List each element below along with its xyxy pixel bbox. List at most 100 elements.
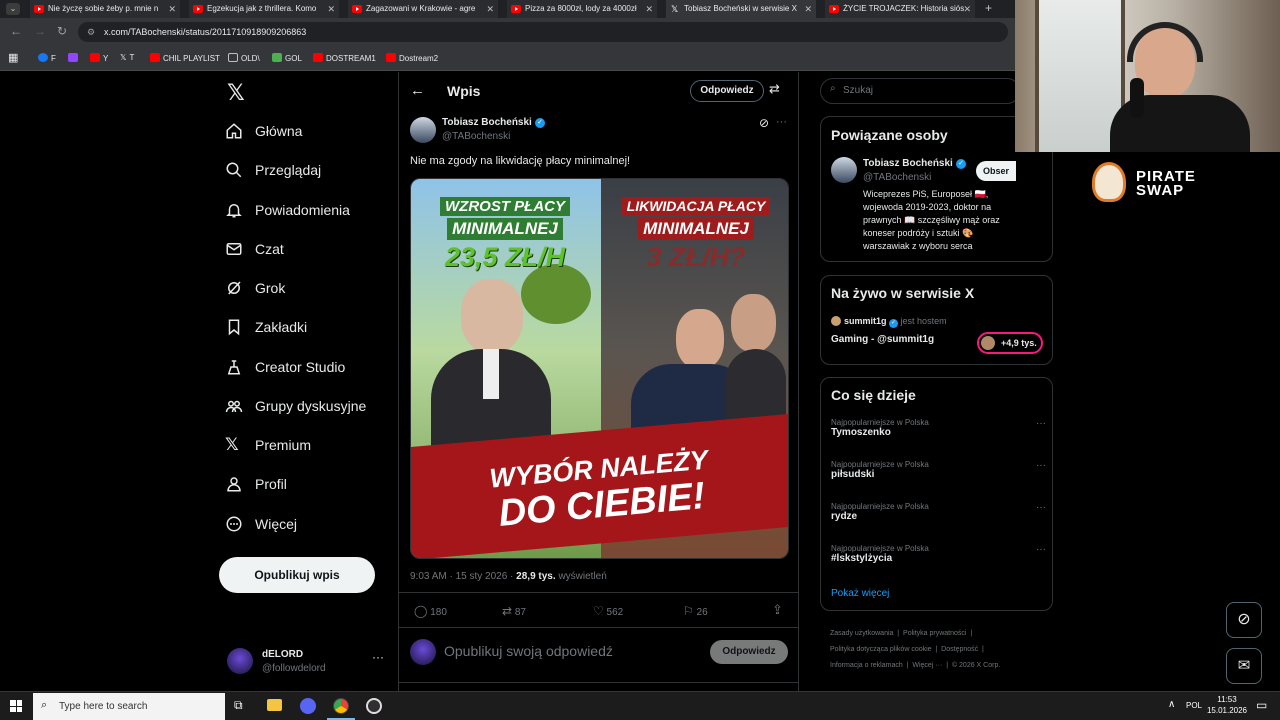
trend-item[interactable]: Najpopularniejsze w Polska #lskstylżycia… (831, 544, 1046, 564)
bookmark-action[interactable]: ⚐ 26 (683, 604, 708, 618)
grok-icon[interactable]: ⊘ (759, 116, 769, 130)
footer-link[interactable]: Polityka prywatności (903, 630, 966, 637)
close-icon[interactable]: ✕ (168, 0, 176, 18)
trend-item[interactable]: Najpopularniejsze w Polska piłsudski ··· (831, 460, 1046, 480)
bookmark-folder-old[interactable]: OLD\ (228, 53, 260, 63)
bookmark-dostream2[interactable]: Dostream2 (386, 53, 438, 63)
grok-float-button[interactable]: ⊘ (1226, 602, 1262, 638)
nav-explore[interactable]: Przeglądaj (225, 155, 321, 185)
listeners-count: +4,9 tys. (1001, 338, 1037, 348)
header-reply-button[interactable]: Odpowiedz (690, 80, 764, 102)
reply-submit-button[interactable]: Odpowiedz (710, 640, 788, 664)
live-listeners-badge[interactable]: +4,9 tys. (977, 332, 1043, 354)
nav-chat[interactable]: Czat (225, 234, 284, 264)
trend-item[interactable]: Najpopularniejsze w Polska Tymoszenko ··… (831, 418, 1046, 438)
clock[interactable]: 11:53 15.01.2026 (1206, 694, 1248, 716)
post-time[interactable]: 9:03 AM · 15 sty 2026 · (410, 571, 513, 582)
like-action[interactable]: ♡ 562 (593, 604, 623, 618)
browser-tab[interactable]: Pizza za 8000zł, lody za 4000zł ✕ (507, 0, 657, 18)
close-icon[interactable]: ✕ (963, 0, 971, 18)
live-stream-title[interactable]: Gaming - @summit1g (831, 334, 934, 345)
bookmark-chil-playlist[interactable]: CHIL PLAYLIST (150, 53, 220, 63)
tray-chevron-icon[interactable]: ∧ (1168, 699, 1175, 710)
reply-input[interactable]: Opublikuj swoją odpowiedź (444, 643, 613, 659)
footer-link[interactable]: Informacja o reklamach (830, 662, 903, 669)
related-handle[interactable]: @TABochenski (863, 172, 931, 183)
nav-bookmarks[interactable]: Zakładki (225, 312, 307, 342)
site-info-icon[interactable]: ⚙ (87, 22, 95, 42)
author-handle[interactable]: @TABochenski (442, 131, 510, 142)
bookmark-f[interactable]: F (38, 53, 56, 63)
live-host-suffix: jest hostem (900, 316, 947, 326)
follow-button[interactable]: Obser (976, 161, 1016, 181)
back-icon[interactable]: ← (10, 24, 22, 38)
browser-tab[interactable]: Egzekucja jak z thrillera. Komo ✕ (189, 0, 339, 18)
filter-icon[interactable]: ⇄ (769, 81, 780, 97)
publish-post-button[interactable]: Opublikuj wpis (219, 557, 375, 593)
post-more-icon[interactable]: ··· (776, 116, 787, 128)
url-field[interactable]: ⚙ x.com/TABochenski/status/2011710918909… (78, 22, 1008, 42)
footer-link[interactable]: Dostępność (941, 646, 978, 653)
footer-link[interactable]: Polityka dotycząca plików cookie (830, 646, 932, 653)
forward-icon[interactable]: → (34, 24, 46, 38)
x-logo-icon[interactable]: 𝕏 (227, 80, 245, 106)
bookmark-t[interactable]: 𝕏T (120, 53, 134, 62)
nav-notifications[interactable]: Powiadomienia (225, 195, 350, 225)
trend-more-icon[interactable]: ··· (1036, 544, 1046, 555)
author-avatar[interactable] (410, 117, 436, 143)
nav-communities[interactable]: Grupy dyskusyjne (225, 391, 366, 421)
notification-icon[interactable]: ▭ (1256, 698, 1267, 712)
taskbar-search[interactable]: ⌕ Type here to search (33, 693, 225, 720)
repost-action[interactable]: ⇄ 87 (502, 604, 526, 618)
footer-link[interactable]: Zasady użytkowania (830, 630, 893, 637)
related-name[interactable]: Tobiasz Bocheński (863, 158, 953, 169)
bookmark-gol[interactable]: GOL (272, 53, 302, 63)
chrome-icon[interactable] (333, 698, 349, 714)
live-host[interactable]: summit1g ✓ jest hostem (844, 316, 947, 328)
file-explorer-icon[interactable] (267, 699, 282, 711)
browser-tab-active[interactable]: 𝕏 Tobiasz Bocheński w serwisie X ✕ (666, 0, 816, 18)
trend-more-icon[interactable]: ··· (1036, 502, 1046, 513)
bookmark-twitch[interactable] (68, 53, 81, 63)
tab-search-icon[interactable]: ⌄ (6, 3, 20, 15)
share-icon[interactable]: ⇪ (772, 602, 783, 618)
apps-icon[interactable]: ▦ (8, 51, 18, 64)
related-avatar[interactable] (831, 157, 857, 183)
nav-premium[interactable]: 𝕏 Premium (225, 430, 311, 460)
search-field[interactable]: ⌕ Szukaj (820, 78, 1020, 104)
more-dots-icon[interactable]: ··· (372, 650, 384, 664)
bookmark-dostream1[interactable]: DOSTREAM1 (313, 53, 376, 63)
author-name[interactable]: Tobiasz Bocheński (442, 117, 532, 128)
youtube-icon (511, 5, 521, 13)
close-icon[interactable]: ✕ (645, 0, 653, 18)
nav-home[interactable]: Główna (225, 116, 302, 146)
trend-more-icon[interactable]: ··· (1036, 418, 1046, 429)
browser-tab[interactable]: Zagazowani w Krakowie - agre ✕ (348, 0, 498, 18)
reply-action[interactable]: ◯ 180 (414, 604, 447, 618)
browser-tab[interactable]: Nie życzę sobie żeby p. mnie n ✕ (30, 0, 180, 18)
account-switcher[interactable]: dELORD @followdelord ··· (227, 646, 387, 678)
obs-icon[interactable] (366, 698, 382, 714)
nav-profile[interactable]: Profil (225, 469, 287, 499)
footer-link[interactable]: Więcej ··· (912, 662, 942, 669)
close-icon[interactable]: ✕ (327, 0, 335, 18)
close-icon[interactable]: ✕ (486, 0, 494, 18)
trend-more-icon[interactable]: ··· (1036, 460, 1046, 471)
messages-float-button[interactable]: ✉ (1226, 648, 1262, 684)
bookmark-y[interactable]: Y (90, 53, 108, 63)
post-image[interactable]: WZROST PŁACY MINIMALNEJ 23,5 ZŁ/H LIKWID… (410, 178, 789, 559)
reload-icon[interactable]: ↻ (57, 24, 67, 38)
discord-icon[interactable] (300, 698, 316, 714)
input-language[interactable]: POL (1186, 701, 1202, 710)
task-view-icon[interactable]: ⧉ (234, 698, 243, 713)
new-tab-icon[interactable]: + (985, 0, 992, 16)
back-arrow-icon[interactable]: ← (410, 82, 425, 99)
nav-creator-studio[interactable]: Creator Studio (225, 352, 345, 382)
show-more-link[interactable]: Pokaż więcej (831, 588, 889, 599)
nav-grok[interactable]: Grok (225, 273, 285, 303)
nav-more[interactable]: Więcej (225, 509, 297, 539)
trend-item[interactable]: Najpopularniejsze w Polska rydze ··· (831, 502, 1046, 522)
browser-tab[interactable]: ŻYCIE TROJACZEK: Historia siós ✕ (825, 0, 975, 18)
close-icon[interactable]: ✕ (804, 0, 812, 18)
windows-start-icon[interactable] (10, 700, 22, 712)
